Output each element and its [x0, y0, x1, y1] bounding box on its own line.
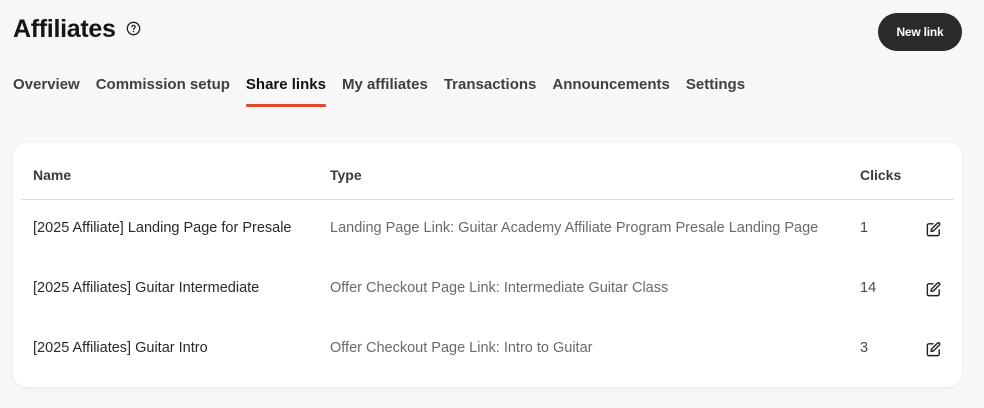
edit-pencil-icon[interactable] — [923, 339, 943, 359]
new-link-button[interactable]: New link — [878, 13, 962, 51]
table-row[interactable]: [2025 Affiliates] Guitar Intro Offer Che… — [21, 319, 954, 379]
affiliates-page: Affiliates New link Overview Commission … — [0, 0, 984, 408]
tab-overview[interactable]: Overview — [13, 76, 80, 107]
tab-commission-setup[interactable]: Commission setup — [96, 76, 230, 107]
link-clicks: 1 — [860, 220, 869, 236]
link-clicks: 3 — [860, 340, 869, 356]
tab-announcements[interactable]: Announcements — [552, 76, 670, 107]
link-name[interactable]: [2025 Affiliates] Guitar Intermediate — [33, 280, 259, 296]
question-circle-icon[interactable] — [126, 21, 141, 36]
column-header-clicks[interactable]: Clicks — [860, 167, 901, 183]
link-type: Offer Checkout Page Link: Intermediate G… — [330, 280, 669, 296]
link-name[interactable]: [2025 Affiliate] Landing Page for Presal… — [33, 220, 292, 236]
tab-bar: Overview Commission setup Share links My… — [13, 76, 761, 107]
column-header-name[interactable]: Name — [33, 167, 71, 183]
column-header-type[interactable]: Type — [330, 167, 362, 183]
tab-my-affiliates[interactable]: My affiliates — [342, 76, 428, 107]
edit-pencil-icon[interactable] — [923, 279, 943, 299]
link-type: Landing Page Link: Guitar Academy Affili… — [330, 220, 819, 236]
page-title: Affiliates — [13, 15, 116, 43]
page-header: Affiliates — [13, 15, 141, 44]
link-name[interactable]: [2025 Affiliates] Guitar Intro — [33, 340, 208, 356]
edit-pencil-icon[interactable] — [923, 219, 943, 239]
tab-share-links[interactable]: Share links — [245, 76, 327, 107]
link-type: Offer Checkout Page Link: Intro to Guita… — [330, 340, 593, 356]
share-links-table: Name Type Clicks [2025 Affiliate] Landin… — [13, 143, 962, 387]
tab-settings[interactable]: Settings — [686, 76, 745, 107]
table-row[interactable]: [2025 Affiliate] Landing Page for Presal… — [21, 199, 954, 259]
table-header: Name Type Clicks — [21, 159, 954, 200]
tab-transactions[interactable]: Transactions — [444, 76, 537, 107]
table-row[interactable]: [2025 Affiliates] Guitar Intermediate Of… — [21, 259, 954, 319]
link-clicks: 14 — [860, 280, 877, 296]
